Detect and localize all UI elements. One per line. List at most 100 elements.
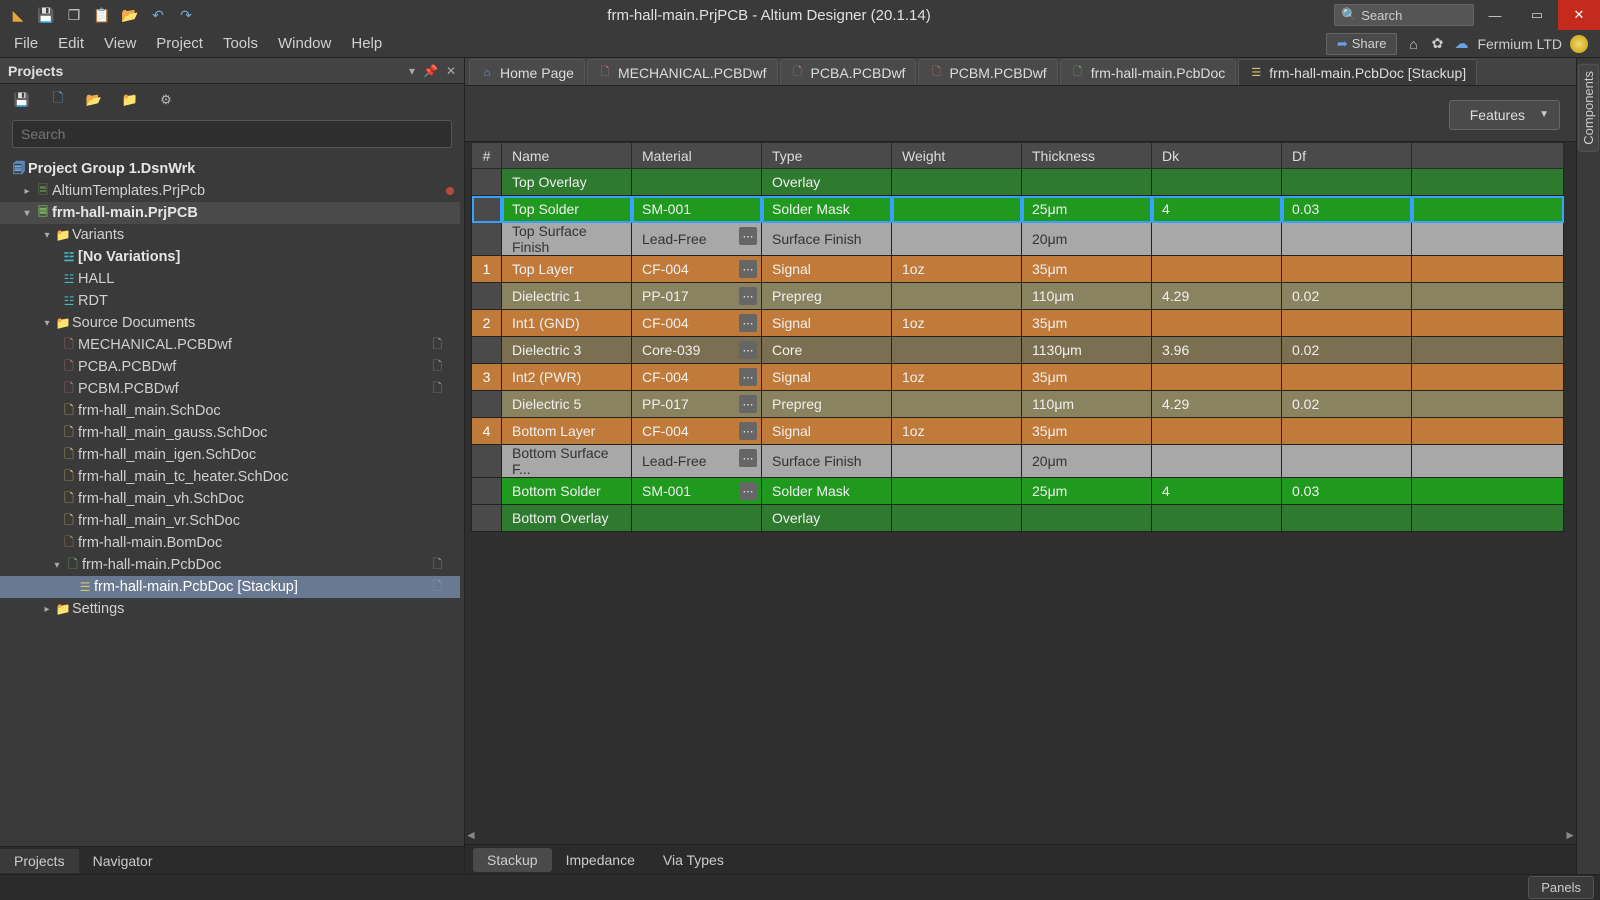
material-browse-icon[interactable]: ⋯ [739, 341, 757, 359]
column-header[interactable]: Type [762, 143, 892, 169]
stackup-row[interactable]: Bottom Surface F...Lead-Free⋯Surface Fin… [472, 445, 1564, 478]
stackup-cell[interactable]: Prepreg [762, 283, 892, 310]
stackup-cell[interactable]: 4 [472, 418, 502, 445]
stackup-cell[interactable] [892, 505, 1022, 532]
tree-doc[interactable]: 🗋frm-hall_main.SchDoc [0, 400, 460, 422]
stackup-cell[interactable] [1282, 310, 1412, 337]
menu-edit[interactable]: Edit [50, 32, 92, 55]
global-search[interactable]: 🔍 Search [1334, 4, 1474, 26]
minimize-button[interactable]: — [1474, 0, 1516, 30]
cloud-icon[interactable]: ☁ [1453, 36, 1469, 52]
stackup-cell[interactable]: Bottom Surface F... [502, 445, 632, 478]
stackup-cell[interactable]: 35μm [1022, 418, 1152, 445]
stackup-cell[interactable]: Int1 (GND) [502, 310, 632, 337]
stackup-cell[interactable] [1412, 310, 1564, 337]
stackup-cell[interactable]: 20μm [1022, 223, 1152, 256]
stackup-cell[interactable] [892, 283, 1022, 310]
tree-doc[interactable]: 🗋PCBA.PCBDwf🗋 [0, 356, 460, 378]
save-icon[interactable]: 💾 [38, 7, 54, 23]
column-header[interactable]: Dk [1152, 143, 1282, 169]
stackup-cell[interactable] [892, 445, 1022, 478]
column-header[interactable]: Thickness [1022, 143, 1152, 169]
stackup-cell[interactable] [1282, 418, 1412, 445]
stackup-cell[interactable] [1152, 223, 1282, 256]
stackup-cell[interactable]: 0.02 [1282, 283, 1412, 310]
stackup-row[interactable]: 1Top LayerCF-004⋯Signal1oz35μm [472, 256, 1564, 283]
stackup-cell[interactable] [1412, 223, 1564, 256]
tree-doc[interactable]: 🗋MECHANICAL.PCBDwf🗋 [0, 334, 460, 356]
stackup-cell[interactable]: 25μm [1022, 196, 1152, 223]
tab-impedance[interactable]: Impedance [552, 848, 649, 872]
stackup-cell[interactable] [1152, 364, 1282, 391]
toolbar-save-icon[interactable]: 💾 [14, 92, 30, 108]
expander-icon[interactable]: ▾ [50, 560, 64, 571]
tree-proj-altium[interactable]: ▸ 🗏 AltiumTemplates.PrjPcb [0, 180, 460, 202]
stackup-row[interactable]: Top Surface FinishLead-Free⋯Surface Fini… [472, 223, 1564, 256]
open-icon[interactable]: 📂 [122, 7, 138, 23]
stackup-cell[interactable]: 0.02 [1282, 391, 1412, 418]
stackup-cell[interactable]: 35μm [1022, 256, 1152, 283]
stackup-cell[interactable]: 25μm [1022, 478, 1152, 505]
stackup-cell[interactable]: Top Overlay [502, 169, 632, 196]
stackup-cell[interactable]: CF-004⋯ [632, 310, 762, 337]
stackup-cell[interactable] [1152, 256, 1282, 283]
toolbar-gear-icon[interactable]: ⚙ [158, 92, 174, 108]
paste-icon[interactable]: 📋 [94, 7, 110, 23]
tree-group[interactable]: 🗐 Project Group 1.DsnWrk [0, 158, 460, 180]
stackup-cell[interactable] [632, 505, 762, 532]
stackup-cell[interactable]: Surface Finish [762, 445, 892, 478]
stackup-cell[interactable] [892, 169, 1022, 196]
stackup-cell[interactable]: 0.02 [1282, 337, 1412, 364]
tree-novar[interactable]: ☳ [No Variations] [0, 246, 460, 268]
stackup-cell[interactable] [472, 283, 502, 310]
menu-tools[interactable]: Tools [215, 32, 266, 55]
stackup-cell[interactable] [472, 505, 502, 532]
tree-doc-pcb[interactable]: ▾🗋frm-hall-main.PcbDoc🗋 [0, 554, 460, 576]
stackup-row[interactable]: Bottom OverlayOverlay [472, 505, 1564, 532]
stackup-cell[interactable] [472, 196, 502, 223]
stackup-cell[interactable]: 0.03 [1282, 196, 1412, 223]
tree-doc-stackup[interactable]: ☰frm-hall-main.PcbDoc [Stackup]🗋 [0, 576, 460, 598]
tree-doc[interactable]: 🗋frm-hall_main_gauss.SchDoc [0, 422, 460, 444]
stackup-cell[interactable]: CF-004⋯ [632, 418, 762, 445]
stackup-cell[interactable] [1282, 445, 1412, 478]
stackup-cell[interactable]: Core-039⋯ [632, 337, 762, 364]
stackup-cell[interactable]: CF-004⋯ [632, 364, 762, 391]
stackup-cell[interactable]: Signal [762, 418, 892, 445]
menu-window[interactable]: Window [270, 32, 339, 55]
stackup-cell[interactable]: 110μm [1022, 283, 1152, 310]
stackup-cell[interactable]: Bottom Overlay [502, 505, 632, 532]
material-browse-icon[interactable]: ⋯ [739, 449, 757, 467]
material-browse-icon[interactable]: ⋯ [739, 287, 757, 305]
stackup-row[interactable]: Dielectric 5PP-017⋯Prepreg110μm4.290.02 [472, 391, 1564, 418]
stackup-cell[interactable] [472, 337, 502, 364]
tree-doc[interactable]: 🗋frm-hall_main_tc_heater.SchDoc [0, 466, 460, 488]
stackup-cell[interactable] [892, 337, 1022, 364]
stackup-cell[interactable] [1412, 196, 1564, 223]
redo-icon[interactable]: ↷ [178, 7, 194, 23]
stackup-cell[interactable]: Solder Mask [762, 196, 892, 223]
stackup-cell[interactable]: 35μm [1022, 364, 1152, 391]
features-button[interactable]: Features [1449, 100, 1560, 130]
column-header[interactable]: Df [1282, 143, 1412, 169]
stackup-cell[interactable]: Signal [762, 364, 892, 391]
stackup-cell[interactable] [1412, 418, 1564, 445]
stackup-cell[interactable]: Dielectric 3 [502, 337, 632, 364]
stackup-cell[interactable]: 0.03 [1282, 478, 1412, 505]
stackup-cell[interactable] [1152, 505, 1282, 532]
stackup-cell[interactable] [1412, 283, 1564, 310]
project-tree[interactable]: 🗐 Project Group 1.DsnWrk ▸ 🗏 AltiumTempl… [0, 152, 464, 846]
stackup-cell[interactable]: 1oz [892, 256, 1022, 283]
menu-help[interactable]: Help [343, 32, 390, 55]
document-tab[interactable]: 🗋MECHANICAL.PCBDwf [587, 59, 778, 85]
tree-variants-folder[interactable]: ▾ 📁 Variants [0, 224, 460, 246]
stackup-cell[interactable]: CF-004⋯ [632, 256, 762, 283]
stackup-row[interactable]: 3Int2 (PWR)CF-004⋯Signal1oz35μm [472, 364, 1564, 391]
stackup-cell[interactable] [472, 169, 502, 196]
panel-close-icon[interactable]: ✕ [446, 64, 456, 78]
menu-view[interactable]: View [96, 32, 144, 55]
stackup-cell[interactable] [1152, 310, 1282, 337]
stackup-cell[interactable]: Top Layer [502, 256, 632, 283]
material-browse-icon[interactable]: ⋯ [739, 368, 757, 386]
stackup-cell[interactable]: 2 [472, 310, 502, 337]
